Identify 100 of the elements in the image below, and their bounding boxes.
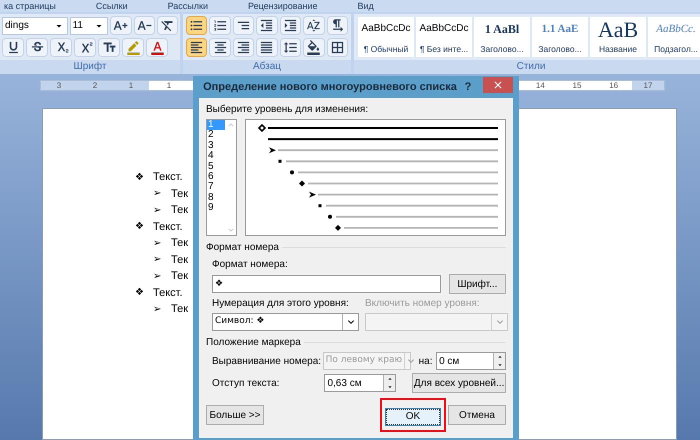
ruler-number: 16 [609, 80, 618, 92]
style-preview: 1 AaBl [484, 21, 520, 38]
font-color-icon[interactable] [146, 38, 168, 57]
multilevel-list-icon[interactable] [232, 16, 254, 35]
shrink-font-icon[interactable] [134, 16, 155, 35]
style-name: Заголово... [480, 44, 524, 55]
list-item-text: Текст. [153, 220, 183, 234]
close-button[interactable] [483, 77, 513, 93]
cancel-button[interactable]: Отмена [448, 405, 506, 425]
borders-icon[interactable] [326, 38, 348, 57]
field-label: Отступ текста: [212, 376, 280, 390]
style-tile[interactable]: AaBbCc. Подзагол... [648, 17, 700, 57]
ruler-number: 2 [92, 80, 98, 92]
numbered-list-icon[interactable] [209, 16, 231, 35]
level-item[interactable]: 9 [207, 203, 225, 214]
list-item-text: Тек [171, 203, 188, 218]
line-spacing-icon[interactable] [280, 38, 302, 57]
style-preview: 1.1 AaE [542, 22, 578, 37]
list-item-text: Тек [171, 186, 188, 202]
style-preview: AaB [598, 19, 638, 41]
bullet-marker: ❖ [135, 220, 145, 234]
level-item[interactable]: 4 [207, 151, 225, 162]
decrease-indent-icon[interactable] [256, 16, 278, 35]
grow-font-icon[interactable] [110, 16, 132, 35]
ok-button[interactable]: OK [385, 408, 441, 426]
sort-icon[interactable] [303, 16, 325, 35]
more-button[interactable]: Больше >> [206, 405, 264, 425]
style-name: ¶ Без инте... [420, 44, 468, 55]
shading-icon[interactable] [303, 38, 325, 57]
font-size-field[interactable]: 11 [70, 16, 108, 34]
level-item[interactable]: 2 [207, 130, 225, 141]
clear-format-icon[interactable] [156, 16, 178, 35]
style-preview: AaBbCc. [656, 22, 696, 37]
close-icon[interactable] [492, 79, 504, 91]
list-item-text: Тек [171, 302, 188, 317]
style-name: Название [599, 44, 637, 55]
align-left-icon[interactable] [186, 38, 208, 57]
group-label: Абзац [183, 60, 351, 74]
list-item-text: Текст. [153, 286, 183, 300]
level-item[interactable]: 7 [207, 182, 225, 193]
ribbon-tab[interactable]: ка страницы [4, 0, 56, 12]
field-label: Включить номер уровня: [365, 297, 481, 311]
strikethrough-icon[interactable] [26, 38, 48, 57]
field-label: на: [418, 354, 434, 368]
ribbon-tab[interactable]: Рассылки [168, 0, 208, 12]
bullet-list-icon[interactable] [186, 16, 208, 35]
style-name: ¶ Обычный [364, 44, 408, 55]
font-name-field[interactable]: dings [2, 16, 68, 34]
level-item[interactable]: 6 [207, 172, 225, 182]
all-levels-button[interactable]: Для всех уровней... [412, 373, 506, 393]
bullet-marker: ➢ [153, 270, 162, 284]
list-item-text: Тек [171, 269, 188, 284]
field-label: Выберите уровень для изменения: [206, 103, 370, 117]
style-name: Подзагол... [654, 44, 698, 55]
bullet-marker: ❖ [135, 286, 145, 300]
ruler-number: 1 [128, 80, 134, 92]
ruler-number: 15 [572, 80, 582, 92]
align-right-icon[interactable] [232, 38, 254, 57]
level-list[interactable]: 1 2 3 4 5 6 7 8 9 [206, 119, 237, 236]
style-tile[interactable]: AaBbCcDc ¶ Без инте... [416, 17, 472, 57]
section-heading: Положение маркера [206, 336, 301, 350]
numbering-style-select[interactable]: Символ: ❖ [212, 313, 359, 331]
level-item[interactable]: 8 [207, 192, 225, 204]
font-button[interactable]: Шрифт... [448, 274, 506, 294]
level-item[interactable]: 3 [207, 140, 225, 152]
superscript-icon[interactable] [74, 38, 96, 57]
increase-indent-icon[interactable] [280, 16, 302, 35]
style-tile[interactable]: 1 AaBl Заголово... [474, 17, 530, 57]
ruler-number: 3 [56, 80, 62, 92]
position-spin-field[interactable]: 0 см [436, 352, 506, 370]
field-label: Нумерация для этого уровня: [212, 297, 350, 311]
style-preview: AaBbCcDc [420, 22, 468, 36]
bullet-marker: ❖ [135, 170, 145, 185]
style-preview: AaBbCcDc [362, 22, 410, 36]
style-tile[interactable]: 1.1 AaE Заголово... [532, 17, 588, 57]
align-center-icon[interactable] [209, 38, 231, 57]
list-item-text: Тек [171, 252, 188, 268]
ribbon-tab[interactable]: Ссылки [96, 0, 128, 12]
underline-icon[interactable] [2, 38, 24, 57]
indent-spin-field[interactable]: 0,63 см [324, 374, 396, 392]
section-heading: Формат номера [206, 241, 279, 255]
list-item-text: Тек [171, 236, 188, 251]
change-case-icon[interactable] [98, 38, 120, 57]
align-justify-icon[interactable] [256, 38, 278, 57]
group-label: Шрифт [0, 60, 180, 74]
style-tile[interactable]: AaB Название [590, 17, 646, 57]
pilcrow-icon[interactable] [326, 16, 348, 35]
window-title: Определение нового многоуровневого списка [202, 80, 458, 95]
bullet-marker: ➢ [153, 253, 162, 268]
ruler-number: 1 [166, 80, 172, 92]
number-format-field[interactable]: ❖ [212, 275, 441, 293]
list-item-text: Текст. [153, 170, 183, 185]
subscript-icon[interactable] [50, 38, 72, 57]
level-item[interactable]: 5 [207, 162, 225, 172]
field-label: Формат номера: [212, 258, 289, 272]
help-button[interactable]: ? [461, 78, 475, 96]
ruler-number: 17 [644, 80, 652, 92]
ribbon-tab[interactable]: Рецензирование [248, 0, 318, 12]
style-tile[interactable]: AaBbCcDc ¶ Обычный [358, 17, 414, 57]
ribbon-tab[interactable]: Вид [358, 0, 374, 12]
